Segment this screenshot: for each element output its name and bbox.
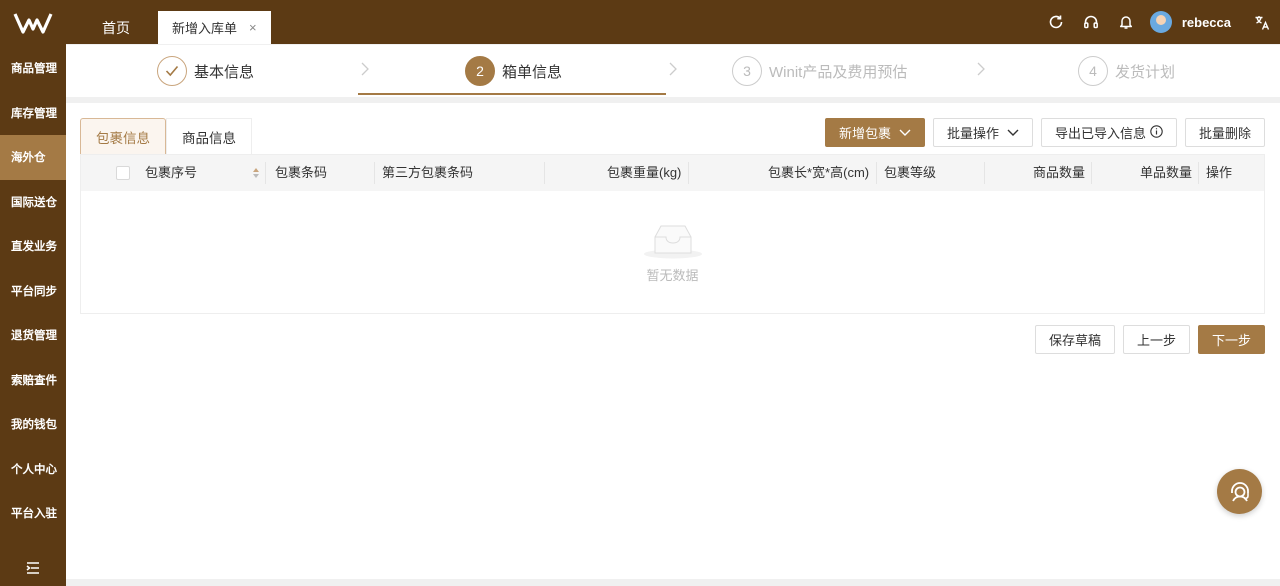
sidebar-item-direct-shipping[interactable]: 直发业务: [0, 224, 66, 269]
chevron-right-icon: [976, 62, 986, 79]
chevron-down-icon: [1007, 125, 1019, 140]
translate-icon[interactable]: [1245, 0, 1280, 44]
step-number: 3: [732, 56, 762, 86]
empty-state: 暂无数据: [81, 191, 1264, 313]
empty-inbox-icon: [643, 225, 702, 258]
column-header: 包裹条码: [275, 165, 328, 180]
sidebar-item-international-delivery[interactable]: 国际送仓: [0, 180, 66, 225]
sidebar-item-claims[interactable]: 索赔查件: [0, 358, 66, 403]
info-icon: [1150, 124, 1163, 141]
column-header: 包裹等级: [884, 165, 937, 180]
column-divider: [688, 162, 689, 184]
column-header: 单品数量: [1140, 165, 1193, 180]
step-label: Winit产品及费用预估: [769, 63, 908, 81]
tab-new-inbound-order[interactable]: 新增入库单 ×: [158, 11, 271, 44]
refresh-icon[interactable]: [1039, 0, 1074, 44]
step-progress: 基本信息 2 箱单信息 3 Winit产品及费用预估 4 发货计划: [66, 45, 1280, 97]
step-shipping-plan[interactable]: 4 发货计划: [1078, 45, 1175, 97]
main-panel: 包裹信息 商品信息 新增包裹 批量操作 导出已导入信息 批量删除 包裹序号 包裹…: [66, 103, 1280, 579]
sidebar-item-platform-sync[interactable]: 平台同步: [0, 269, 66, 314]
column-divider: [265, 162, 266, 184]
step-label: 基本信息: [194, 63, 255, 81]
column-header: 包裹重量(kg): [607, 165, 682, 180]
user-menu[interactable]: rebecca: [1149, 11, 1231, 33]
step-winit-product[interactable]: 3 Winit产品及费用预估: [732, 45, 907, 97]
column-header: 商品数量: [1033, 165, 1086, 180]
sidebar-item-product[interactable]: 商品管理: [0, 46, 66, 91]
username: rebecca: [1181, 14, 1231, 30]
step-packing-info[interactable]: 2 箱单信息: [465, 45, 562, 97]
column-divider: [876, 162, 877, 184]
tab-product-info[interactable]: 商品信息: [166, 118, 252, 154]
column-header: 包裹长*宽*高(cm): [768, 165, 870, 180]
sidebar-item-inventory[interactable]: 库存管理: [0, 91, 66, 136]
add-package-label: 新增包裹: [838, 126, 891, 141]
active-step-indicator: [358, 93, 666, 95]
form-footer: 保存草稿 上一步 下一步: [1034, 325, 1265, 354]
headset-icon[interactable]: [1074, 0, 1109, 44]
chevron-right-icon: [360, 62, 370, 79]
tab-label: 新增入库单: [172, 21, 238, 36]
column-divider: [984, 162, 985, 184]
customer-service-button[interactable]: [1217, 469, 1262, 514]
save-draft-button[interactable]: 保存草稿: [1034, 325, 1115, 354]
winit-logo-icon: [13, 13, 53, 34]
sidebar-item-platform-onboarding[interactable]: 平台入驻: [0, 491, 66, 536]
toolbar: 新增包裹 批量操作 导出已导入信息 批量删除: [824, 118, 1265, 147]
topbar: 首页 新增入库单 × rebecca: [66, 0, 1280, 44]
sidebar: 商品管理 库存管理 海外仓 国际送仓 直发业务 平台同步 退货管理 索赔查件 我…: [0, 0, 66, 586]
step-label: 箱单信息: [502, 63, 563, 81]
sidebar-item-overseas-warehouse[interactable]: 海外仓: [0, 135, 66, 180]
column-divider: [544, 162, 545, 184]
tab-home[interactable]: 首页: [86, 12, 146, 44]
empty-text: 暂无数据: [646, 267, 699, 283]
previous-step-button[interactable]: 上一步: [1122, 325, 1190, 354]
column-header: 操作: [1206, 165, 1233, 180]
batch-delete-button[interactable]: 批量删除: [1184, 118, 1265, 147]
table-header: 包裹序号 包裹条码 第三方包裹条码 包裹重量(kg) 包裹长*宽*高(cm) 包…: [81, 155, 1264, 191]
export-imported-label: 导出已导入信息: [1054, 126, 1146, 141]
column-header: 包裹序号: [145, 165, 198, 180]
sidebar-item-returns[interactable]: 退货管理: [0, 313, 66, 358]
chevron-right-icon: [668, 62, 678, 79]
next-step-button[interactable]: 下一步: [1197, 325, 1265, 354]
menu-collapse-icon[interactable]: [0, 562, 66, 574]
column-divider: [374, 162, 375, 184]
avatar: [1149, 11, 1172, 33]
step-number: 4: [1078, 56, 1108, 86]
sidebar-item-profile[interactable]: 个人中心: [0, 447, 66, 492]
tab-package-info[interactable]: 包裹信息: [80, 118, 166, 154]
batch-operations-button[interactable]: 批量操作: [932, 118, 1033, 147]
bell-icon[interactable]: [1109, 0, 1144, 44]
column-header: 第三方包裹条码: [382, 165, 474, 180]
sidebar-nav: 商品管理 库存管理 海外仓 国际送仓 直发业务 平台同步 退货管理 索赔查件 我…: [0, 46, 66, 536]
step-label: 发货计划: [1115, 63, 1176, 81]
column-divider: [1091, 162, 1092, 184]
package-table: 包裹序号 包裹条码 第三方包裹条码 包裹重量(kg) 包裹长*宽*高(cm) 包…: [80, 154, 1265, 314]
sidebar-item-wallet[interactable]: 我的钱包: [0, 402, 66, 447]
subtabs: 包裹信息 商品信息: [80, 118, 252, 154]
logo[interactable]: [0, 0, 66, 46]
check-icon: [157, 56, 187, 86]
close-icon[interactable]: ×: [249, 20, 257, 35]
add-package-button[interactable]: 新增包裹: [824, 118, 925, 147]
step-basic-info[interactable]: 基本信息: [157, 45, 254, 97]
step-number: 2: [465, 56, 495, 86]
column-divider: [1198, 162, 1199, 184]
customer-service-icon: [1230, 481, 1249, 501]
select-all-checkbox[interactable]: [116, 166, 130, 180]
batch-operations-label: 批量操作: [946, 126, 999, 141]
chevron-down-icon: [899, 125, 911, 140]
export-imported-button[interactable]: 导出已导入信息: [1040, 118, 1177, 147]
topbar-actions: rebecca: [1039, 0, 1280, 44]
sort-icon[interactable]: [251, 167, 261, 179]
